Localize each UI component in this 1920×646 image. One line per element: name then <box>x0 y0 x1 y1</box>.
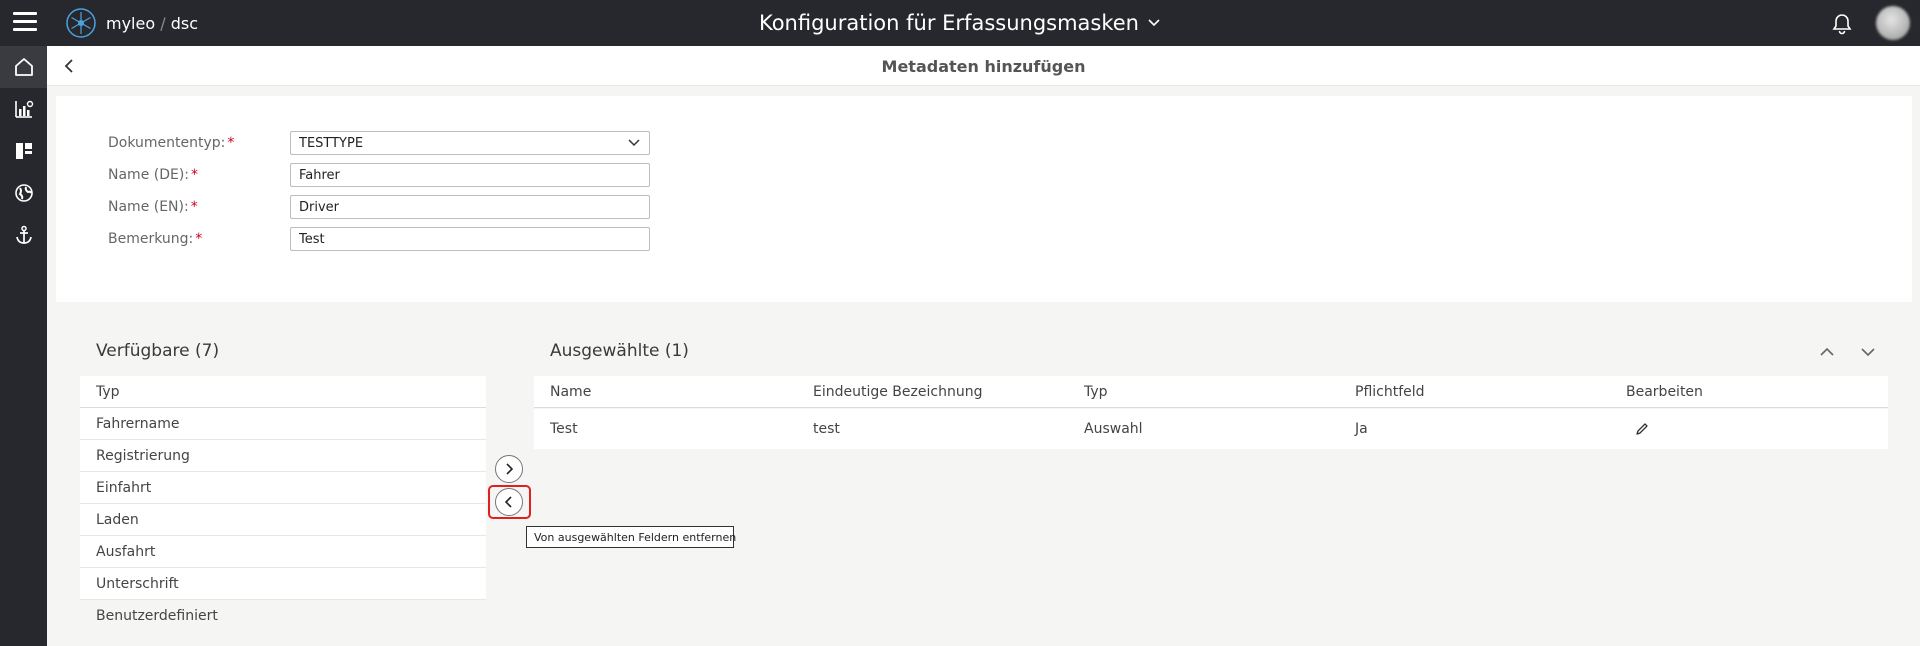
selected-table-header: Name Eindeutige Bezeichnung Typ Pflichtf… <box>534 376 1888 408</box>
doctype-value: TESTTYPE <box>299 135 364 151</box>
pencil-icon <box>1636 423 1648 435</box>
name-en-label: Name (EN): * <box>108 199 290 215</box>
cell-type: Auswahl <box>1084 421 1143 437</box>
add-to-selected-button[interactable] <box>495 455 523 483</box>
app-title: Konfiguration für Erfassungsmasken <box>0 0 1920 46</box>
list-item[interactable]: Einfahrt <box>80 472 486 504</box>
remark-label: Bemerkung: * <box>108 231 290 247</box>
chevron-down-icon <box>1148 19 1160 27</box>
name-en-label-text: Name (EN): <box>108 199 189 215</box>
name-de-input[interactable]: Fahrer <box>290 163 650 187</box>
metadata-form: Dokumententyp: * TESTTYPE Name (DE): * Fah… <box>56 96 1912 302</box>
form-row-remark: Bemerkung: * Test <box>108 227 650 251</box>
form-row-name-en: Name (EN): * Driver <box>108 195 650 219</box>
list-item[interactable]: Registrierung <box>80 440 486 472</box>
required-marker: * <box>227 135 235 151</box>
app-title-text: Konfiguration für Erfassungsmasken <box>758 11 1139 35</box>
required-marker: * <box>190 199 198 215</box>
remark-label-text: Bemerkung: <box>108 231 194 247</box>
cell-required: Ja <box>1355 421 1368 437</box>
user-avatar[interactable] <box>1876 6 1910 40</box>
available-title: Verfügbare (7) <box>96 341 220 361</box>
logo-icon <box>66 8 96 38</box>
doctype-select[interactable]: TESTTYPE <box>290 131 650 155</box>
selected-title: Ausgewählte (1) <box>550 341 689 361</box>
chevron-right-icon <box>506 463 514 475</box>
chevron-up-icon[interactable] <box>1817 342 1837 362</box>
page-header: Metadaten hinzufügen <box>47 46 1920 86</box>
column-header-name: Name <box>550 383 592 400</box>
name-en-input[interactable]: Driver <box>290 195 650 219</box>
list-item[interactable]: Ausfahrt <box>80 536 486 568</box>
chevron-down-icon <box>628 139 640 147</box>
chevron-down-icon[interactable] <box>1858 342 1878 362</box>
focus-highlight <box>488 485 531 519</box>
logo-text: myleo / dsc <box>106 14 198 33</box>
globe-icon <box>14 184 33 202</box>
cell-identifier: test <box>813 421 840 437</box>
required-marker: * <box>191 167 199 183</box>
column-header-type: Typ <box>1084 383 1108 400</box>
page-title: Metadaten hinzufügen <box>881 56 1086 76</box>
logo-name: myleo <box>106 13 156 33</box>
table-row[interactable]: Test test Auswahl Ja <box>534 409 1888 449</box>
dashboard-icon <box>15 143 32 159</box>
sidebar-item-anchor[interactable] <box>0 214 47 256</box>
cell-name: Test <box>550 421 578 437</box>
doctype-label-text: Dokumententyp: <box>108 135 226 151</box>
available-list: Fahrername Registrierung Einfahrt Laden … <box>80 408 486 632</box>
required-marker: * <box>195 231 203 247</box>
logo-slash: / <box>160 13 166 33</box>
sidebar-item-analytics[interactable] <box>0 88 47 130</box>
list-item[interactable]: Fahrername <box>80 408 486 440</box>
remark-input[interactable]: Test <box>290 227 650 251</box>
column-header-required: Pflichtfeld <box>1355 383 1425 400</box>
logo-suffix: dsc <box>170 13 199 33</box>
tooltip: Von ausgewählten Feldern entfernen <box>526 526 736 548</box>
app-logo[interactable]: myleo / dsc <box>64 6 198 40</box>
sidebar-item-home[interactable] <box>0 46 47 88</box>
sidebar-item-dashboard[interactable] <box>0 130 47 172</box>
doctype-label: Dokumententyp: * <box>108 135 290 151</box>
chart-icon <box>14 100 33 118</box>
column-header-identifier: Eindeutige Bezeichnung <box>813 383 983 400</box>
form-row-doctype: Dokumententyp: * TESTTYPE <box>108 131 650 155</box>
name-de-label-text: Name (DE): <box>108 167 190 183</box>
available-column-header: Typ <box>80 376 486 408</box>
column-header-edit: Bearbeiten <box>1626 383 1703 400</box>
sidebar-item-world[interactable] <box>0 172 47 214</box>
top-bar: myleo / dsc Konfiguration für Erfassungs… <box>0 0 1920 46</box>
edit-button[interactable] <box>1634 409 1650 449</box>
form-row-name-de: Name (DE): * Fahrer <box>108 163 650 187</box>
name-de-label: Name (DE): * <box>108 167 290 183</box>
list-item[interactable]: Unterschrift <box>80 568 486 600</box>
home-icon <box>14 58 33 76</box>
notification-bell-icon[interactable] <box>1830 12 1854 36</box>
hamburger-menu-icon[interactable] <box>13 12 37 32</box>
anchor-icon <box>15 225 32 244</box>
list-item[interactable]: Benutzerdefiniert <box>80 600 486 632</box>
app-title-dropdown[interactable]: Konfiguration für Erfassungsmasken <box>759 11 1161 35</box>
sidebar <box>0 46 47 646</box>
list-item[interactable]: Laden <box>80 504 486 536</box>
